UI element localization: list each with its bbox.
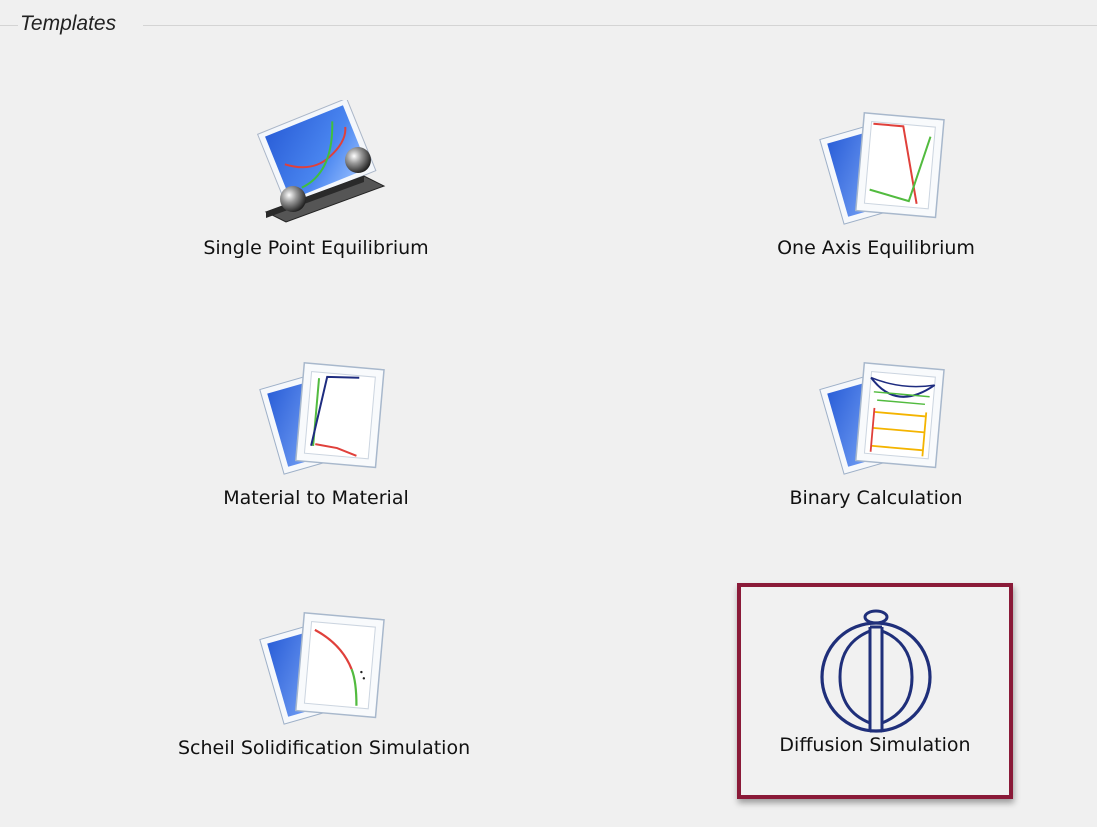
diffusion-simulation-icon bbox=[820, 609, 932, 733]
group-border-right bbox=[143, 25, 1097, 26]
template-scheil-solidification-simulation[interactable]: Scheil Solidification Simulation bbox=[178, 600, 471, 810]
group-border-left bbox=[0, 25, 18, 26]
template-label: One Axis Equilibrium bbox=[777, 237, 975, 259]
template-material-to-material[interactable]: Material to Material bbox=[178, 350, 454, 560]
material-to-material-icon bbox=[259, 362, 385, 475]
binary-calculation-icon bbox=[819, 362, 945, 475]
template-single-point-equilibrium[interactable]: Single Point Equilibrium bbox=[178, 100, 454, 310]
template-label: Scheil Solidification Simulation bbox=[178, 737, 471, 759]
template-binary-calculation[interactable]: Binary Calculation bbox=[738, 350, 1014, 560]
template-label: Material to Material bbox=[223, 487, 409, 509]
group-title: Templates bbox=[20, 12, 117, 35]
templates-group: Templates Single Point Equilibrium One A… bbox=[0, 0, 1097, 827]
template-label: Single Point Equilibrium bbox=[203, 237, 429, 259]
template-one-axis-equilibrium[interactable]: One Axis Equilibrium bbox=[738, 100, 1014, 310]
template-label: Diffusion Simulation bbox=[779, 734, 971, 756]
scheil-solidification-icon bbox=[259, 612, 385, 725]
template-label: Binary Calculation bbox=[789, 487, 963, 509]
template-diffusion-simulation[interactable]: Diffusion Simulation bbox=[737, 583, 1013, 799]
one-axis-equilibrium-icon bbox=[819, 112, 945, 225]
single-point-equilibrium-icon bbox=[256, 100, 386, 223]
